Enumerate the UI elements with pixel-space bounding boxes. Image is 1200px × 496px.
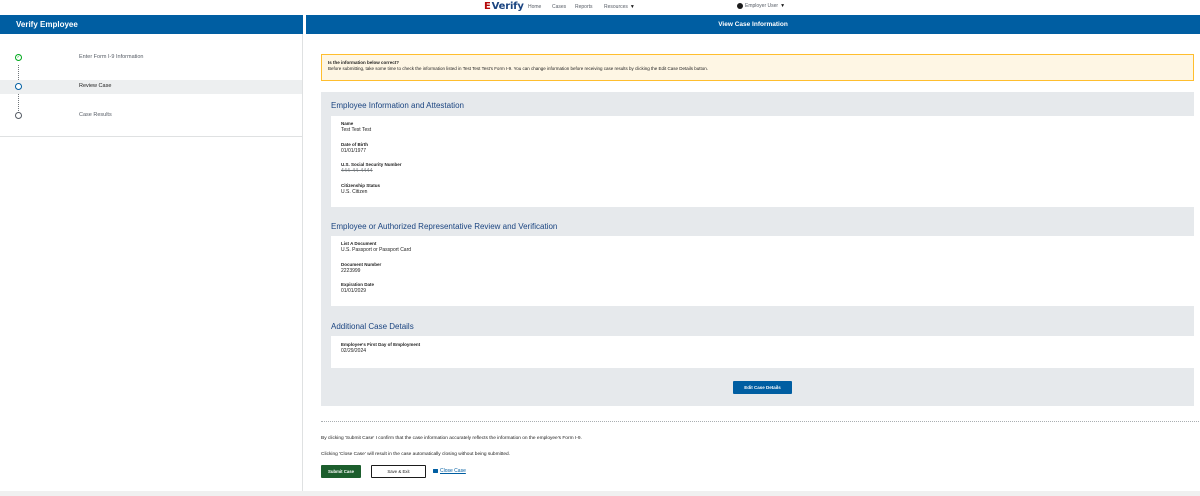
sidebar-header: Verify Employee <box>0 15 303 34</box>
field-value: 01/01/2029 <box>341 288 367 294</box>
field-value: Test Test Test <box>341 127 372 133</box>
sidebar: ✓ Enter Form I-9 Information Review Case… <box>0 34 303 496</box>
ssn-value: 444-44-4444 <box>341 168 373 174</box>
close-case-note: Clicking 'Close Case' will result in the… <box>321 452 510 457</box>
nav-home[interactable]: Home <box>528 4 541 10</box>
user-icon <box>737 3 743 9</box>
field-label: Citizenship Status <box>341 183 381 188</box>
logo-prefix: E <box>484 1 491 12</box>
field-label: Document Number <box>341 262 382 267</box>
submit-confirmation-text: By clicking 'Submit Case' I confirm that… <box>321 436 582 441</box>
close-case-link[interactable]: Close Case <box>433 468 466 474</box>
close-case-icon <box>433 469 438 473</box>
additional-details-card: Employee's First Day of Employment 02/29… <box>331 336 1196 368</box>
case-details-panel: Employee Information and Attestation Nam… <box>321 92 1196 406</box>
step-list: ✓ Enter Form I-9 Information Review Case… <box>0 34 303 137</box>
field-value: U.S. Passport or Passport Card <box>341 247 412 253</box>
submit-case-button[interactable]: Submit Case <box>321 465 361 478</box>
field-value: 01/01/1977 <box>341 148 367 154</box>
field-value: 02/29/2024 <box>341 348 367 354</box>
close-case-label: Close Case <box>440 468 466 474</box>
field-label: List A Document <box>341 241 377 246</box>
nav-cases[interactable]: Cases <box>552 4 566 10</box>
chevron-down-icon: ▼ <box>629 4 635 10</box>
nav-reports[interactable]: Reports <box>575 4 593 10</box>
section-title-additional: Additional Case Details <box>331 322 414 331</box>
step-pending-icon <box>15 112 22 119</box>
step-case-results: Case Results <box>0 109 302 123</box>
edit-case-details-button[interactable]: Edit Case Details <box>733 381 792 394</box>
main-content: Is the information below correct? Before… <box>306 34 1200 496</box>
review-alert: Is the information below correct? Before… <box>321 54 1194 81</box>
employee-info-card: Name Test Test Test Date of Birth 01/01/… <box>331 116 1196 207</box>
everify-logo[interactable]: EVerify <box>484 1 524 12</box>
chevron-down-icon: ▼ <box>780 3 786 9</box>
section-title-review: Employee or Authorized Representative Re… <box>331 222 558 231</box>
top-navigation: EVerify Home Cases Reports Resources ▼ E… <box>0 0 1200 15</box>
step-review-case: Review Case <box>0 80 302 94</box>
field-label: U.S. Social Security Number <box>341 162 402 167</box>
footer-bar <box>0 491 1200 496</box>
section-title-employee: Employee Information and Attestation <box>331 101 464 110</box>
step-label: Enter Form I-9 Information <box>79 54 144 60</box>
field-label: Expiration Date <box>341 282 375 287</box>
step-label: Review Case <box>79 83 112 89</box>
logo-text: Verify <box>491 1 524 12</box>
step-current-icon <box>15 83 22 90</box>
user-menu-label: Employer User <box>745 3 779 9</box>
field-label: Name <box>341 121 354 126</box>
nav-resources[interactable]: Resources ▼ <box>604 4 635 10</box>
section-divider <box>321 421 1200 422</box>
review-verification-card: List A Document U.S. Passport or Passpor… <box>331 236 1196 306</box>
save-and-exit-button[interactable]: Save & Exit <box>371 465 426 478</box>
check-icon: ✓ <box>15 54 22 61</box>
field-value: U.S. Citizen <box>341 189 368 195</box>
page-title: View Case Information <box>306 15 1200 34</box>
step-label: Case Results <box>79 112 112 118</box>
user-menu[interactable]: Employer User ▼ <box>737 3 785 9</box>
field-label: Date of Birth <box>341 142 368 147</box>
field-value: 2223999 <box>341 268 361 274</box>
nav-resources-label: Resources <box>604 4 628 10</box>
alert-title: Is the information below correct? <box>328 60 400 65</box>
step-enter-form: ✓ Enter Form I-9 Information <box>0 51 302 65</box>
field-label: Employee's First Day of Employment <box>341 342 421 347</box>
alert-body: Before submitting, take some time to che… <box>328 66 709 71</box>
